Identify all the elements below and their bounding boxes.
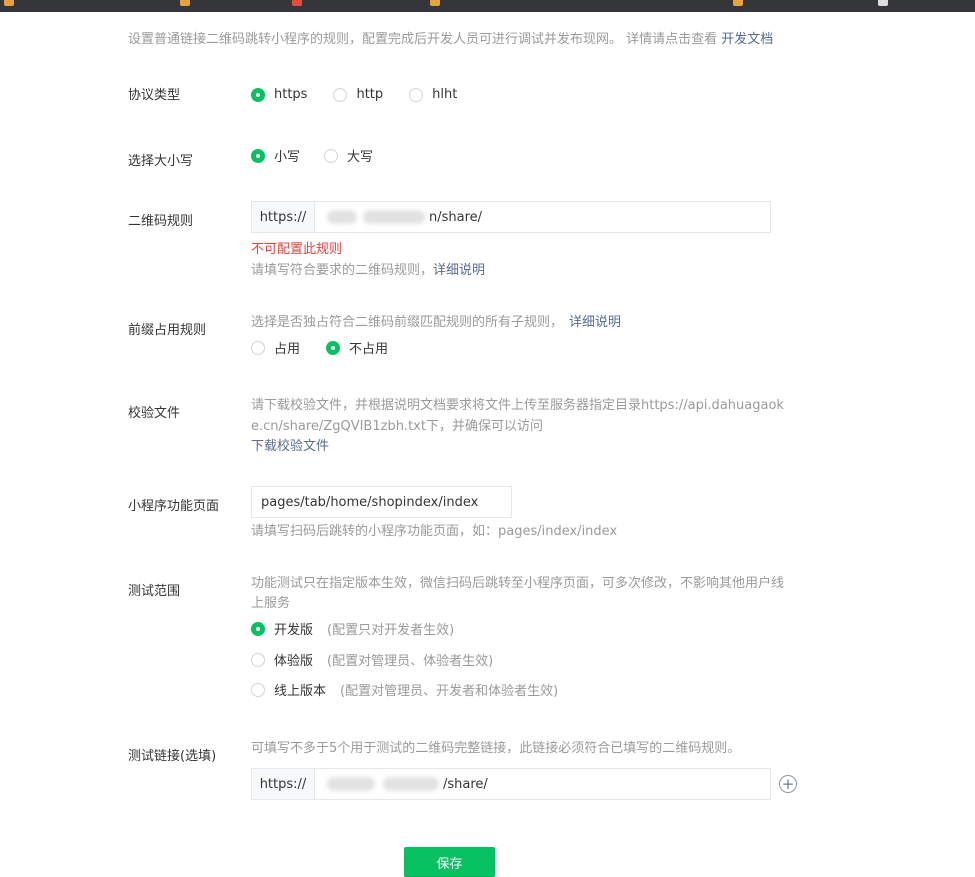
- protocol-option-hlht[interactable]: hlht: [409, 87, 457, 102]
- radio-unchecked-icon: [409, 87, 424, 102]
- test-link-hint: 可填写不多于5个用于测试的二维码完整链接，此链接必须符合已填写的二维码规则。: [251, 741, 741, 756]
- radio-checked-icon: [251, 87, 265, 102]
- test-scope-option-label: 开发版: [274, 623, 314, 638]
- case-option-label: 大写: [347, 150, 374, 165]
- test-scope-option-label: 体验版: [274, 654, 314, 669]
- radio-unchecked-icon: [251, 652, 265, 667]
- test-scope-option-desc: (配置只对开发者生效): [327, 623, 455, 638]
- bookmark-icon[interactable]: [878, 0, 888, 6]
- qr-rule-hint: 请填写符合要求的二维码规则，详细说明: [251, 261, 485, 281]
- case-option-upper[interactable]: 大写: [324, 146, 373, 165]
- test-link-label: 测试链接(选填): [128, 749, 217, 764]
- verify-file-hint-line1: 请下载校验文件，并根据说明文档要求将文件上传至服务器指定目录https://ap…: [251, 398, 784, 413]
- plus-icon: +: [781, 774, 795, 793]
- dev-docs-link[interactable]: 开发文档: [721, 32, 773, 47]
- intro-description: 设置普通链接二维码跳转小程序的规则，配置完成后开发人员可进行调试并发布现网。 详…: [128, 32, 722, 47]
- case-option-label: 小写: [274, 150, 301, 165]
- download-verify-file-link[interactable]: 下载校验文件: [251, 437, 329, 457]
- radio-unchecked-icon: [324, 148, 339, 163]
- qr-rule-prefix: https://: [252, 202, 315, 232]
- test-scope-label: 测试范围: [128, 584, 181, 599]
- qr-rule-error: 不可配置此规则: [251, 242, 343, 257]
- test-scope-option-trial[interactable]: 体验版 (配置对管理员、体验者生效): [251, 650, 493, 669]
- protocol-option-http[interactable]: http: [333, 87, 383, 102]
- page-label: 小程序功能页面: [128, 499, 220, 514]
- test-scope-option-dev[interactable]: 开发版 (配置只对开发者生效): [251, 619, 454, 638]
- add-test-link-button[interactable]: +: [779, 775, 797, 793]
- intro-text: 设置普通链接二维码跳转小程序的规则，配置完成后开发人员可进行调试并发布现网。 详…: [128, 28, 773, 47]
- test-scope-option-desc: (配置对管理员、开发者和体验者生效): [340, 684, 559, 699]
- page-path-input[interactable]: pages/tab/home/shopindex/index: [251, 486, 512, 518]
- protocol-radio-group: https http hlht: [251, 87, 457, 102]
- bookmark-icon[interactable]: [430, 0, 440, 6]
- browser-bookmark-bar: [0, 0, 975, 12]
- qr-rule-value-text: n/share/: [429, 209, 483, 225]
- protocol-option-label: hlht: [432, 87, 458, 102]
- prefix-rule-label: 前缀占用规则: [128, 323, 207, 338]
- test-link-value-text: /share/: [443, 776, 488, 792]
- protocol-option-https[interactable]: https: [251, 87, 307, 102]
- save-button[interactable]: 保存: [404, 847, 495, 877]
- page-hint: 请填写扫码后跳转的小程序功能页面，如：pages/index/index: [251, 524, 618, 539]
- case-label: 选择大小写: [128, 154, 194, 169]
- qr-rule-hint-text: 请填写符合要求的二维码规则，: [251, 263, 434, 278]
- case-option-lower[interactable]: 小写: [251, 146, 300, 165]
- test-scope-option-release[interactable]: 线上版本 (配置对管理员、开发者和体验者生效): [251, 680, 558, 699]
- prefix-rule-option-label: 不占用: [349, 342, 389, 357]
- redacted-text: [363, 210, 425, 224]
- protocol-option-label: https: [274, 87, 308, 102]
- test-scope-hint-line2: 上服务: [251, 596, 291, 611]
- qr-rule-value[interactable]: n/share/: [315, 202, 770, 232]
- test-link-prefix: https://: [252, 769, 315, 799]
- radio-unchecked-icon: [251, 682, 265, 697]
- redacted-text: [327, 777, 375, 791]
- radio-checked-icon: [326, 340, 341, 355]
- test-link-input[interactable]: https:// /share/: [251, 768, 771, 800]
- verify-file-hint-line2: e.cn/share/ZgQVIB1zbh.txt下，并确保可以访问: [251, 419, 543, 434]
- test-scope-option-label: 线上版本: [274, 684, 327, 699]
- qr-rule-label: 二维码规则: [128, 214, 194, 229]
- bookmark-icon[interactable]: [733, 0, 743, 6]
- redacted-text: [383, 777, 439, 791]
- prefix-rule-radio-group: 占用 不占用: [251, 338, 388, 357]
- qr-rule-input[interactable]: https:// n/share/: [251, 201, 771, 233]
- prefix-rule-option-label: 占用: [274, 342, 301, 357]
- prefix-rule-option-not-occupy[interactable]: 不占用: [326, 338, 388, 357]
- prefix-rule-hint: 选择是否独占符合二维码前缀匹配规则的所有子规则， 详细说明: [251, 313, 621, 333]
- protocol-option-label: http: [356, 87, 384, 102]
- bookmark-icon[interactable]: [292, 0, 302, 6]
- prefix-rule-detail-link[interactable]: 详细说明: [569, 315, 621, 330]
- verify-file-label: 校验文件: [128, 406, 181, 421]
- redacted-text: [327, 210, 357, 224]
- prefix-rule-hint-text: 选择是否独占符合二维码前缀匹配规则的所有子规则，: [251, 315, 564, 330]
- radio-unchecked-icon: [251, 340, 265, 355]
- test-scope-hint-line1: 功能测试只在指定版本生效，微信扫码后跳转至小程序页面，可多次修改，不影响其他用户…: [251, 576, 785, 591]
- protocol-label: 协议类型: [128, 88, 181, 103]
- qr-rule-detail-link[interactable]: 详细说明: [433, 263, 485, 278]
- test-link-value[interactable]: /share/: [315, 769, 770, 799]
- radio-checked-icon: [251, 148, 265, 163]
- bookmark-icon[interactable]: [180, 0, 190, 6]
- radio-unchecked-icon: [333, 87, 348, 102]
- test-scope-option-desc: (配置对管理员、体验者生效): [327, 654, 494, 669]
- radio-checked-icon: [251, 621, 265, 636]
- case-radio-group: 小写 大写: [251, 146, 373, 165]
- prefix-rule-option-occupy[interactable]: 占用: [251, 338, 300, 357]
- bookmark-icon[interactable]: [4, 0, 14, 6]
